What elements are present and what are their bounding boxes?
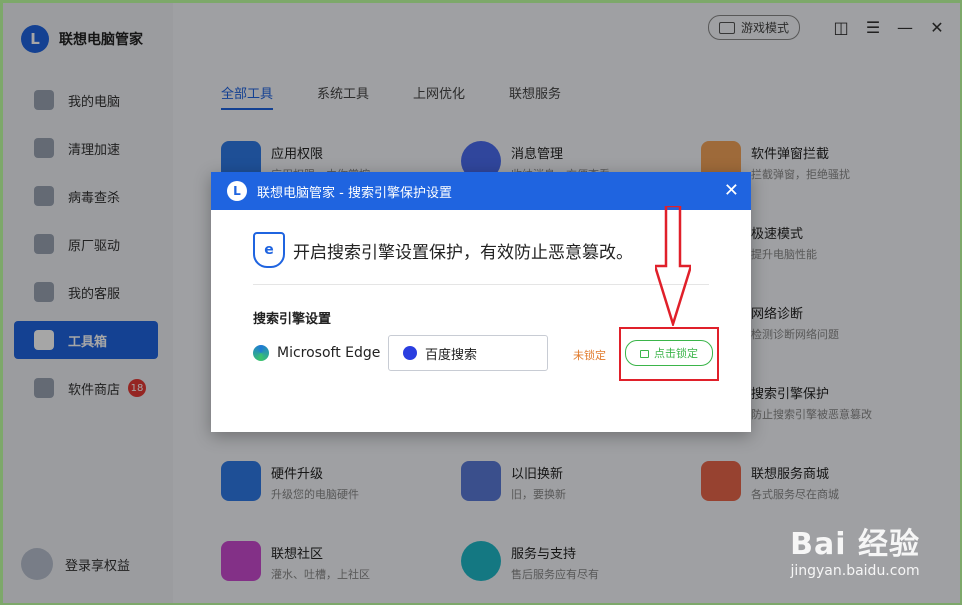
close-icon[interactable]: ✕ — [724, 180, 739, 201]
down-arrow-annotation — [655, 206, 691, 326]
browser-name: Microsoft Edge — [277, 345, 381, 361]
watermark-brand: Bai 经验 — [790, 527, 920, 562]
section-label: 搜索引擎设置 — [253, 312, 332, 327]
watermark-url: jingyan.baidu.com — [790, 563, 920, 579]
baidu-watermark: Bai 经验 jingyan.baidu.com — [790, 519, 920, 579]
dialog-header: L 联想电脑管家 - 搜索引擎保护设置 ✕ — [211, 172, 751, 210]
divider — [253, 284, 709, 285]
highlight-box — [619, 327, 719, 381]
logo-icon: L — [227, 181, 247, 201]
search-engine-select[interactable]: 百度搜索 — [388, 335, 548, 371]
engine-value: 百度搜索 — [425, 347, 478, 363]
browser-label: Microsoft Edge — [253, 345, 380, 361]
edge-icon — [253, 345, 269, 361]
baidu-icon — [403, 346, 417, 360]
dialog-headline: 开启搜索引擎设置保护，有效防止恶意篡改。 — [293, 243, 633, 263]
dialog-title: 联想电脑管家 - 搜索引擎保护设置 — [257, 185, 452, 201]
app-window: L 联想电脑管家 我的电脑 清理加速 病毒查杀 原厂驱动 我的客服 工具箱 软件… — [3, 3, 960, 603]
lock-status: 未锁定 — [573, 349, 606, 362]
shield-e-icon: e — [253, 232, 285, 268]
